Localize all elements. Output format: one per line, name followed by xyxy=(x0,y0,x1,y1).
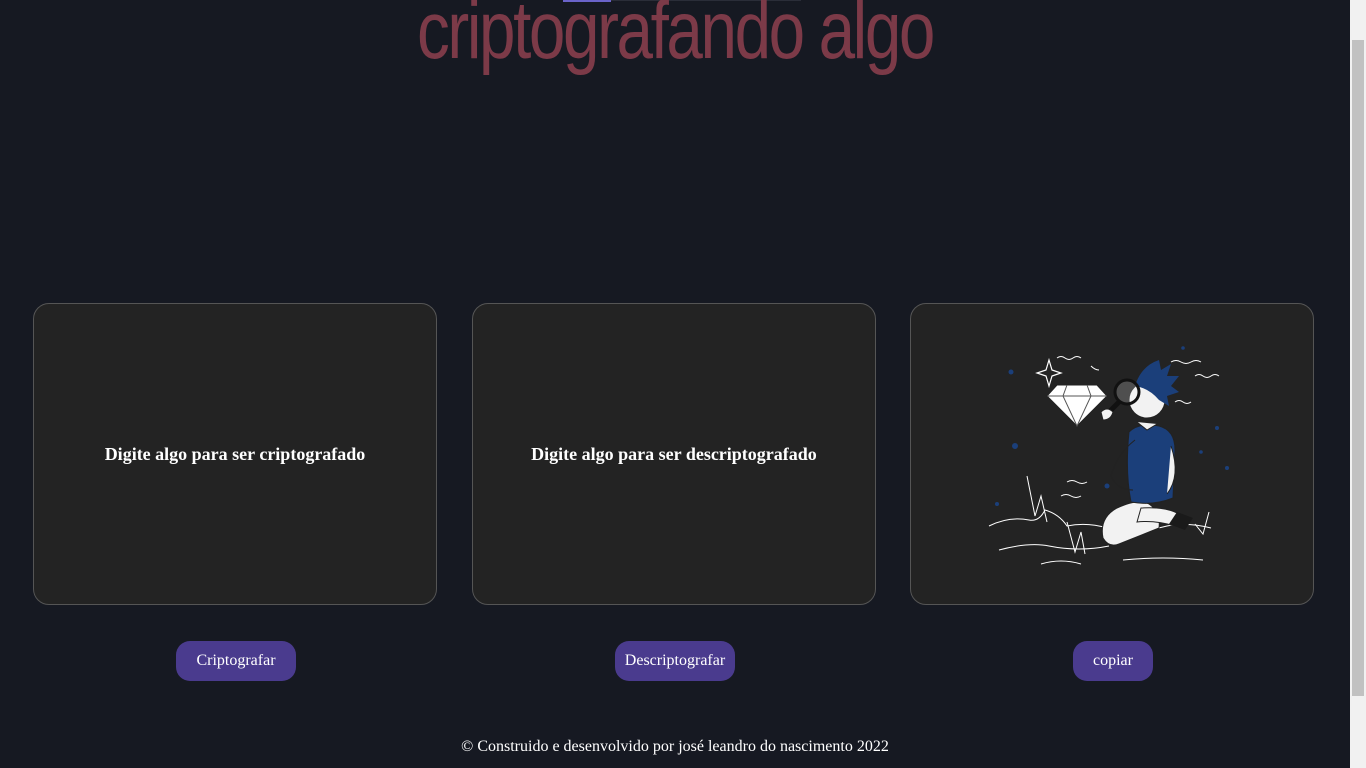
sparkle-icon xyxy=(1035,357,1063,389)
encrypt-panel: Digite algo para ser criptografado xyxy=(33,303,437,605)
encrypt-input[interactable] xyxy=(34,304,436,604)
decrypt-input[interactable] xyxy=(473,304,875,604)
person-with-magnifier-illustration xyxy=(988,346,1229,565)
footer-credit: © Construido e desenvolvido por josé lea… xyxy=(461,738,889,755)
page-scrollbar[interactable] xyxy=(1350,0,1366,768)
page: criptografando algo Digite algo para ser… xyxy=(0,0,1350,768)
page-title: criptografando algo xyxy=(416,0,935,76)
dot-decorations xyxy=(995,346,1229,506)
decrypt-panel: Digite algo para ser descriptografado xyxy=(472,303,876,605)
decrypt-button[interactable]: Descriptografar xyxy=(615,641,735,681)
diamond-icon xyxy=(1046,384,1108,428)
scrollbar-thumb[interactable] xyxy=(1352,40,1364,696)
output-panel xyxy=(910,303,1314,605)
copy-button[interactable]: copiar xyxy=(1073,641,1153,681)
encrypt-button[interactable]: Criptografar xyxy=(176,641,296,681)
